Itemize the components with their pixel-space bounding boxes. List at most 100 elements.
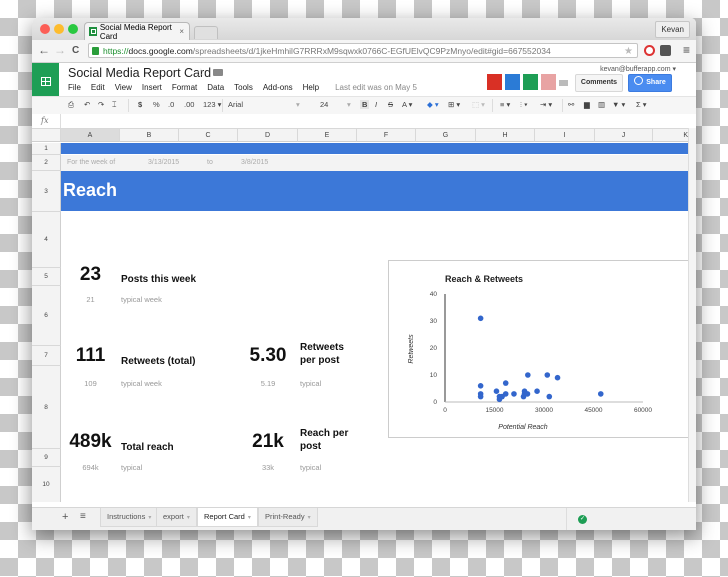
week-start-date[interactable]: 3/13/2015: [148, 159, 179, 166]
all-sheets-icon[interactable]: ≡: [80, 511, 86, 522]
select-all-corner[interactable]: [32, 129, 61, 142]
filter-icon[interactable]: ▼ ▾: [612, 100, 625, 109]
browser-tab[interactable]: Social Media Report Card ×: [84, 22, 190, 41]
increase-decimal-button[interactable]: .00: [184, 100, 194, 109]
column-header-c[interactable]: C: [179, 129, 238, 142]
menu-insert[interactable]: Insert: [142, 83, 162, 92]
reload-icon[interactable]: C: [72, 45, 79, 56]
total-reach-value[interactable]: 489k: [61, 431, 120, 453]
retweets-per-post-label[interactable]: Retweets per post: [300, 341, 360, 367]
row-header-10[interactable]: 10: [32, 467, 61, 502]
sheet-tab-caret-icon[interactable]: ▾: [248, 515, 251, 521]
profile-button[interactable]: Kevan: [655, 21, 690, 38]
star-icon[interactable]: ☆: [196, 66, 206, 79]
row-header-7[interactable]: 7: [32, 346, 61, 366]
tab-close-icon[interactable]: ×: [179, 27, 184, 36]
menu-view[interactable]: View: [115, 83, 132, 92]
print-icon[interactable]: ⎙: [68, 100, 74, 110]
sheet-tab-caret-icon[interactable]: ▾: [148, 515, 151, 521]
new-tab-button[interactable]: [194, 26, 218, 39]
font-dropdown-caret-icon[interactable]: ▾: [296, 100, 300, 109]
sheet-tab-caret-icon[interactable]: ▾: [187, 515, 190, 521]
week-to-label[interactable]: to: [207, 159, 213, 166]
account-email[interactable]: kevan@bufferapp.com ▾: [600, 65, 676, 73]
vertical-align-button[interactable]: ⫶ ▾: [520, 100, 528, 110]
retweets-total-value[interactable]: 111: [61, 345, 120, 367]
horizontal-align-button[interactable]: ≡ ▾: [500, 100, 510, 109]
retweets-per-post-typical-value[interactable]: 5.19: [238, 379, 298, 388]
retweets-per-post-value[interactable]: 5.30: [238, 345, 298, 367]
reach-per-post-typical-value[interactable]: 33k: [238, 463, 298, 472]
bookmark-star-icon[interactable]: ★: [624, 44, 633, 57]
menu-format[interactable]: Format: [172, 83, 197, 92]
currency-format-button[interactable]: $: [138, 100, 142, 109]
vertical-scrollbar[interactable]: [688, 128, 696, 502]
row-header-5[interactable]: 5: [32, 268, 61, 286]
reach-per-post-value[interactable]: 21k: [238, 431, 298, 453]
back-icon[interactable]: ←: [38, 43, 50, 57]
sheet-tab-report-card[interactable]: Report Card ▾: [197, 508, 258, 527]
retweets-per-post-typical-label[interactable]: typical: [300, 379, 321, 388]
column-header-b[interactable]: B: [120, 129, 179, 142]
row-header-6[interactable]: 6: [32, 286, 61, 346]
column-header-j[interactable]: J: [595, 129, 653, 142]
minimize-window-button[interactable]: [54, 24, 64, 34]
forward-icon[interactable]: →: [54, 43, 66, 57]
retweets-typical-value[interactable]: 109: [61, 379, 120, 388]
column-header-a[interactable]: A: [61, 129, 120, 142]
strikethrough-button[interactable]: S: [388, 100, 393, 109]
reach-per-post-label[interactable]: Reach per post: [300, 427, 362, 453]
section-title-reach[interactable]: Reach: [61, 171, 689, 211]
text-color-button[interactable]: A ▾: [402, 100, 412, 109]
week-end-date[interactable]: 3/8/2015: [241, 159, 268, 166]
retweets-total-label[interactable]: Retweets (total): [121, 355, 195, 368]
sheet-tab-print-ready[interactable]: Print-Ready ▾: [258, 508, 318, 527]
insert-chart-icon[interactable]: ▥: [598, 100, 605, 109]
decrease-decimal-button[interactable]: .0: [168, 100, 174, 109]
close-window-button[interactable]: [40, 24, 50, 34]
menu-file[interactable]: File: [68, 83, 81, 92]
merge-cells-button[interactable]: ⬚ ▾: [472, 100, 485, 109]
addon-icon-4[interactable]: [541, 74, 556, 90]
menu-addons[interactable]: Add-ons: [263, 83, 293, 92]
total-reach-typical-label[interactable]: typical: [121, 463, 142, 472]
sheet-tab-caret-icon[interactable]: ▾: [308, 515, 311, 521]
addon-icon-1[interactable]: [487, 74, 502, 90]
percent-format-button[interactable]: %: [153, 100, 160, 109]
sheet-tab-instructions[interactable]: Instructions ▾: [100, 508, 159, 527]
column-header-k[interactable]: K: [653, 129, 693, 142]
menu-tools[interactable]: Tools: [234, 83, 253, 92]
add-sheet-button[interactable]: +: [62, 511, 68, 523]
posts-typical-value[interactable]: 21: [61, 295, 120, 304]
formula-input[interactable]: [66, 116, 666, 126]
retweets-typical-label[interactable]: typical week: [121, 379, 162, 388]
italic-button[interactable]: I: [375, 100, 377, 109]
pocket-extension-icon[interactable]: [660, 45, 671, 56]
chat-icon[interactable]: [559, 80, 568, 86]
font-size-select[interactable]: 24: [320, 100, 328, 109]
share-button[interactable]: Share: [628, 74, 672, 92]
fill-color-button[interactable]: ◆ ▾: [427, 100, 439, 109]
insert-link-icon[interactable]: ⚯: [568, 100, 574, 109]
sheets-logo-icon[interactable]: [32, 63, 59, 99]
column-header-d[interactable]: D: [238, 129, 298, 142]
more-formats-dropdown[interactable]: 123 ▾: [203, 100, 221, 109]
menu-help[interactable]: Help: [303, 83, 319, 92]
maximize-window-button[interactable]: [68, 24, 78, 34]
week-label[interactable]: For the week of: [67, 159, 115, 166]
column-header-f[interactable]: F: [357, 129, 416, 142]
reach-per-post-typical-label[interactable]: typical: [300, 463, 321, 472]
row-header-8[interactable]: 8: [32, 366, 61, 449]
addon-icon-3[interactable]: [523, 74, 538, 90]
column-header-g[interactable]: G: [416, 129, 476, 142]
posts-typical-label[interactable]: typical week: [121, 295, 162, 304]
reach-retweets-chart[interactable]: Reach & Retweets Potential Reach Retweet…: [388, 260, 694, 438]
undo-icon[interactable]: ↶: [84, 100, 90, 109]
header-band-row-1[interactable]: [61, 143, 689, 154]
row-header-9[interactable]: 9: [32, 449, 61, 467]
sheet-tab-export[interactable]: export ▾: [156, 508, 197, 527]
total-reach-label[interactable]: Total reach: [121, 441, 174, 454]
insert-comment-icon[interactable]: ▆: [584, 100, 590, 109]
borders-button[interactable]: ⊞ ▾: [448, 100, 460, 109]
total-reach-typical-value[interactable]: 694k: [61, 463, 120, 472]
